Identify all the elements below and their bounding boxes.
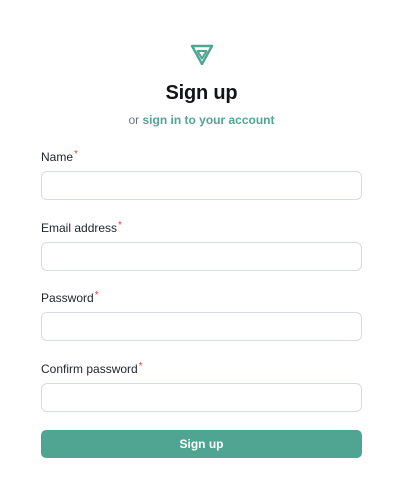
confirm-password-field[interactable] bbox=[41, 383, 362, 412]
required-marker: * bbox=[74, 149, 78, 160]
password-label: Password* bbox=[41, 290, 99, 305]
required-marker: * bbox=[138, 361, 143, 372]
name-field[interactable] bbox=[41, 171, 362, 200]
email-label-text: Email address bbox=[41, 221, 118, 235]
signin-prompt: or sign in to your account bbox=[0, 113, 403, 127]
password-field[interactable] bbox=[41, 312, 362, 341]
email-label: Email address* bbox=[41, 220, 122, 235]
signup-button[interactable]: Sign up bbox=[41, 430, 362, 458]
name-label: Name* bbox=[41, 149, 78, 164]
signin-link[interactable]: sign in to your account bbox=[143, 113, 275, 127]
confirm-password-label: Confirm password* bbox=[41, 361, 143, 376]
name-label-text: Name bbox=[41, 150, 74, 164]
signin-prefix: or bbox=[128, 113, 140, 127]
email-field[interactable] bbox=[41, 242, 362, 271]
page-title: Sign up bbox=[165, 82, 238, 104]
required-marker: * bbox=[94, 290, 99, 301]
password-label-text: Password bbox=[41, 291, 94, 305]
confirm-password-label-text: Confirm password bbox=[41, 362, 138, 376]
required-marker: * bbox=[118, 220, 122, 231]
signup-page: Sign up or sign in to your account Name*… bbox=[0, 0, 403, 500]
triangle-logo-icon bbox=[190, 44, 214, 66]
